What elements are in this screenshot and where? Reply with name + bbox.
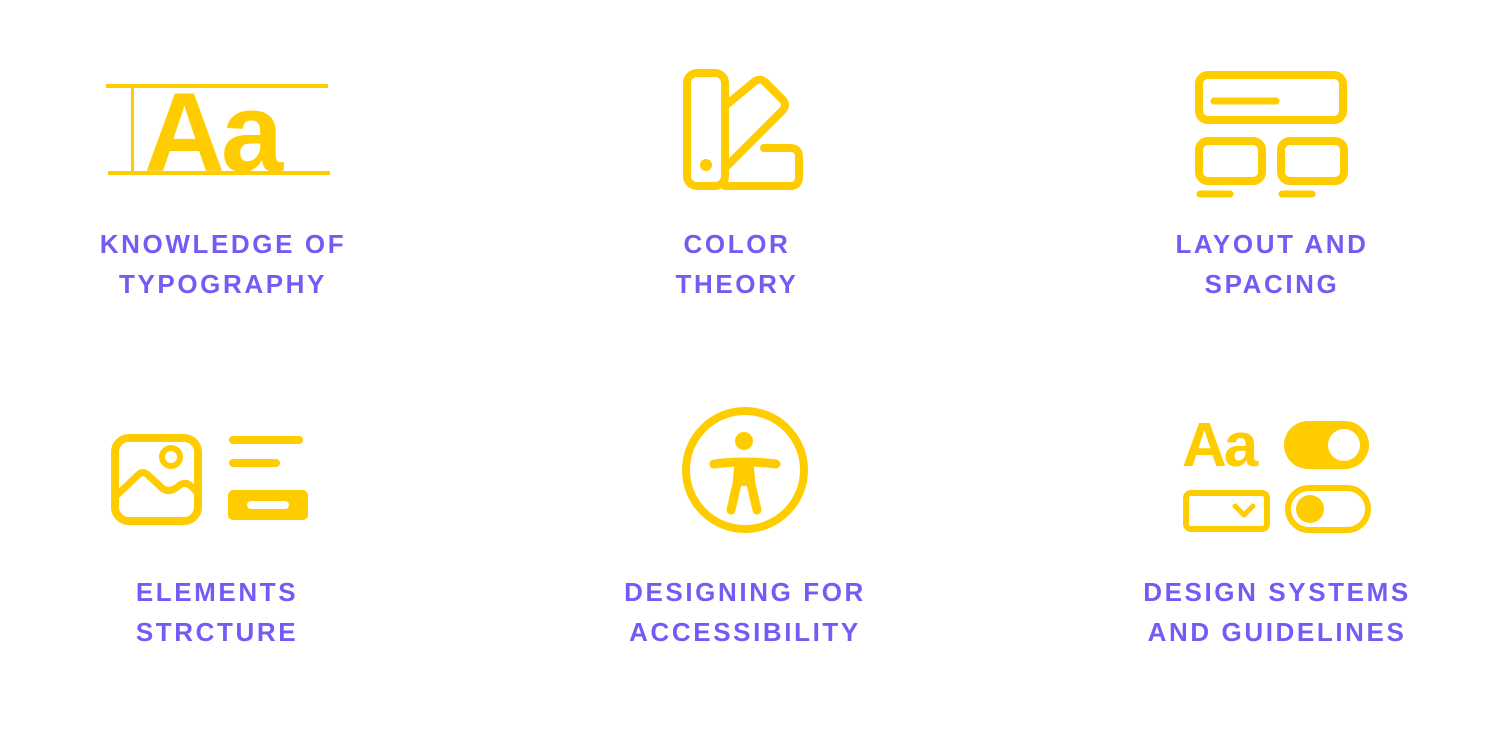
skill-label: DESIGNING FOR ACCESSIBILITY bbox=[624, 572, 866, 652]
skill-label: LAYOUT AND SPACING bbox=[1175, 224, 1368, 304]
accessibility-icon bbox=[681, 406, 809, 534]
toggle-on-icon bbox=[1284, 421, 1369, 469]
skill-label: ELEMENTS STRCTURE bbox=[136, 572, 298, 652]
skill-label-line2: TYPOGRAPHY bbox=[118, 269, 328, 299]
design-system-components-icon: Aa bbox=[1182, 411, 1374, 536]
layout-grid-icon bbox=[1194, 70, 1350, 200]
skill-label-line1: DESIGNING FOR bbox=[624, 577, 866, 607]
skill-label-line1: COLOR bbox=[683, 229, 791, 259]
typography-glyph: Aa bbox=[1182, 411, 1259, 480]
skill-label: DESIGN SYSTEMS AND GUIDELINES bbox=[1143, 572, 1411, 652]
typography-icon: Aa bbox=[106, 70, 332, 195]
skill-label-line2: ACCESSIBILITY bbox=[629, 617, 861, 647]
skill-label-line2: SPACING bbox=[1204, 269, 1340, 299]
skill-label-line1: DESIGN SYSTEMS bbox=[1143, 577, 1411, 607]
dropdown-icon bbox=[1183, 490, 1270, 532]
image-icon bbox=[111, 434, 202, 525]
skill-label: COLOR THEORY bbox=[676, 224, 799, 304]
skill-label-line1: LAYOUT AND bbox=[1175, 229, 1369, 259]
skill-label: KNOWLEDGE OF TYPOGRAPHY bbox=[100, 224, 346, 304]
skill-label-line1: ELEMENTS bbox=[135, 577, 299, 607]
toggle-off-icon bbox=[1285, 485, 1371, 533]
skill-label-line2: AND GUIDELINES bbox=[1147, 617, 1407, 647]
color-swatch-icon bbox=[682, 68, 806, 192]
image-and-text-elements-icon bbox=[110, 433, 310, 525]
text-lines-icon bbox=[228, 436, 308, 520]
skill-label-line2: THEORY bbox=[675, 269, 799, 299]
typography-glyph: Aa bbox=[144, 70, 284, 195]
skill-label-line1: KNOWLEDGE OF bbox=[99, 229, 347, 259]
skill-label-line2: STRCTURE bbox=[135, 617, 299, 647]
